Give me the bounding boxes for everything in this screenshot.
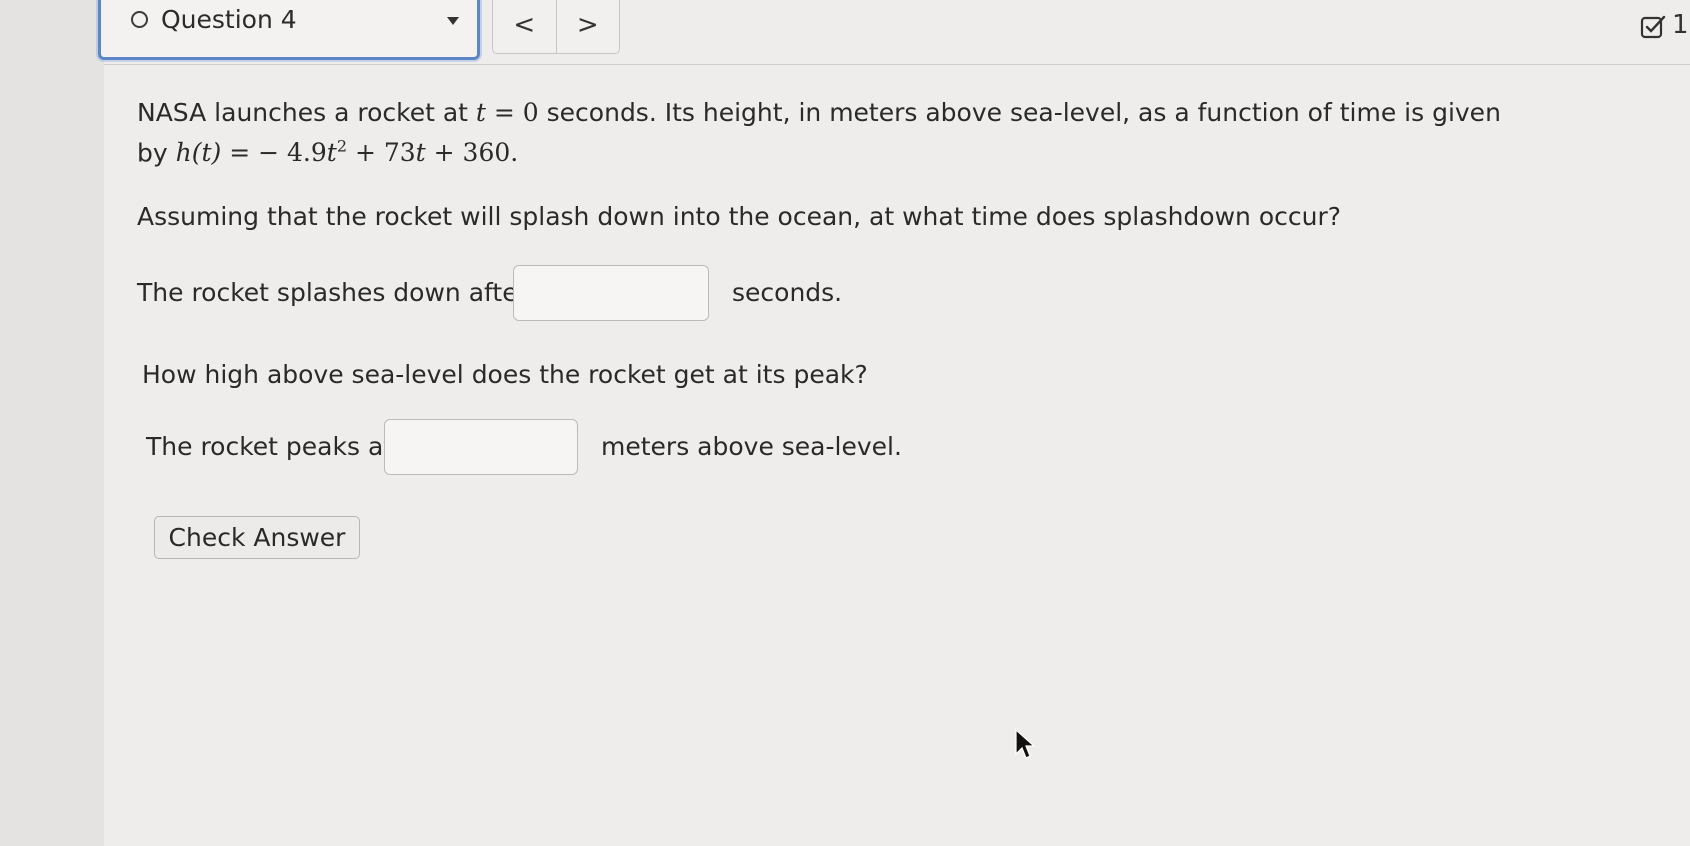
peak-prefix: The rocket peaks at xyxy=(146,432,394,461)
function-t2: t xyxy=(415,138,426,168)
function-t: t xyxy=(326,138,337,168)
intro-text-1: NASA launches a rocket at xyxy=(137,98,476,127)
question-label: Question 4 xyxy=(161,5,297,34)
empty-circle-icon xyxy=(131,11,148,28)
question-selector[interactable]: Question 4 xyxy=(98,0,480,60)
intro-equals: = 0 xyxy=(485,98,539,127)
function-exponent: 2 xyxy=(336,137,348,156)
question-nav: < > xyxy=(492,0,620,54)
intro-text-2: seconds. Its height, in meters above sea… xyxy=(538,98,1501,127)
function-equals: = xyxy=(221,138,259,168)
mouse-pointer-icon xyxy=(1015,728,1036,759)
splash-suffix: seconds. xyxy=(732,278,843,307)
left-margin xyxy=(0,0,104,846)
splash-prefix: The rocket splashes down after xyxy=(137,278,528,307)
next-question-button[interactable]: > xyxy=(557,0,620,53)
function-term-a: − 4.9 xyxy=(258,138,327,168)
function-lhs: h(t) xyxy=(175,138,222,168)
previous-question-button[interactable]: < xyxy=(493,0,557,53)
problem-intro-line2: by h(t) = − 4.9t2 + 73t + 360. xyxy=(137,130,518,170)
peak-height-input[interactable] xyxy=(384,419,578,475)
line2-prefix: by xyxy=(137,138,176,168)
height-function: h(t) = − 4.9t2 + 73t + 360. xyxy=(175,137,519,168)
function-term-b: + 73 xyxy=(347,138,416,168)
time-variable: t xyxy=(475,98,486,127)
progress-count: 1 xyxy=(1672,10,1689,40)
checkbox-edit-icon[interactable] xyxy=(1640,14,1666,40)
problem-intro-line1: NASA launches a rocket at t = 0 seconds.… xyxy=(137,96,1501,130)
intro-math: t = 0 xyxy=(476,98,539,127)
peak-suffix: meters above sea-level. xyxy=(601,432,902,461)
function-term-c: + 360. xyxy=(425,138,519,168)
peak-question: How high above sea-level does the rocket… xyxy=(142,360,868,389)
splash-question: Assuming that the rocket will splash dow… xyxy=(137,202,1342,231)
splash-time-input[interactable] xyxy=(513,265,709,321)
header-divider xyxy=(104,64,1690,65)
check-answer-button[interactable]: Check Answer xyxy=(154,516,360,559)
caret-down-icon xyxy=(447,17,459,25)
